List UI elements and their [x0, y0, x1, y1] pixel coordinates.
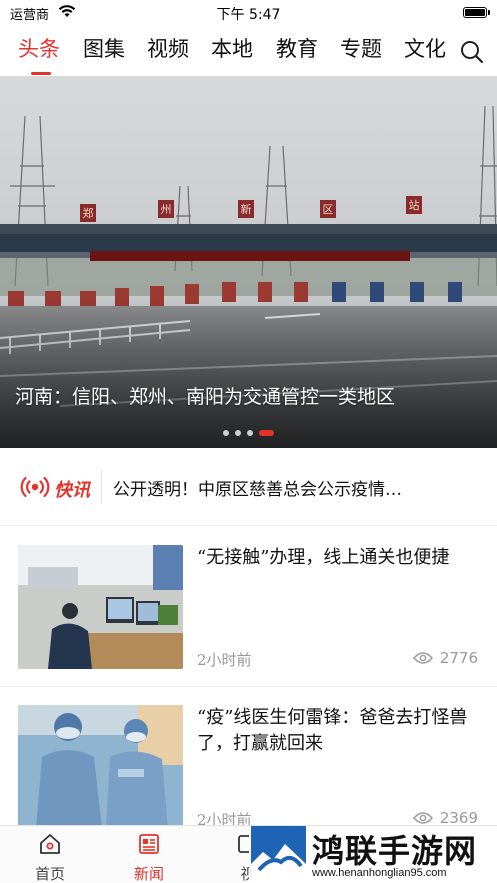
carousel-dot[interactable] — [235, 430, 241, 436]
tab-video[interactable]: 视频 — [147, 36, 189, 62]
battery-icon — [463, 7, 490, 18]
flash-logo-label: 快讯 — [54, 480, 90, 501]
home-icon — [40, 834, 60, 854]
news-time: 2小时前 — [197, 651, 252, 669]
flash-headline[interactable]: 公开透明！中原区慈善总会公示疫情… — [113, 475, 483, 500]
eye-icon — [413, 652, 433, 664]
clock: 下午 5:47 — [216, 7, 281, 23]
news-thumbnail — [18, 705, 183, 829]
active-tab-indicator — [31, 72, 51, 75]
carousel-dot[interactable] — [223, 430, 229, 436]
broadcast-icon — [20, 476, 50, 498]
watermark-logo — [251, 826, 306, 881]
eye-icon — [413, 812, 433, 824]
tab-topics[interactable]: 专题 — [340, 36, 382, 62]
news-views: 2776 — [439, 649, 478, 667]
news-title[interactable]: “无接触”办理，线上通关也便捷 — [197, 545, 482, 571]
divider — [101, 470, 102, 504]
tabbar-news[interactable]: 新闻 — [99, 826, 199, 883]
news-item[interactable]: “疫”线医生何雷锋：爸爸去打怪兽了，打赢就回来 2小时前 2369 — [0, 687, 497, 847]
newspaper-icon — [139, 834, 159, 854]
carousel-dot-active[interactable] — [259, 430, 274, 436]
tabbar-label: 首页 — [34, 865, 65, 883]
hero-caption[interactable]: 河南：信阳、郑州、南阳为交通管控一类地区 — [15, 382, 485, 409]
tab-culture[interactable]: 文化 — [404, 36, 446, 62]
news-item[interactable]: “无接触”办理，线上通关也便捷 2小时前 2776 — [0, 527, 497, 687]
category-tabs: 头条 图集 视频 本地 教育 专题 文化 — [0, 26, 497, 76]
tab-education[interactable]: 教育 — [276, 36, 318, 62]
tabbar-home[interactable]: 首页 — [0, 826, 100, 883]
tab-gallery[interactable]: 图集 — [83, 36, 125, 62]
status-bar: 运营商 下午 5:47 — [0, 0, 497, 26]
tabbar-label: 新闻 — [133, 865, 164, 883]
news-title[interactable]: “疫”线医生何雷锋：爸爸去打怪兽了，打赢就回来 — [197, 705, 482, 757]
search-icon[interactable] — [460, 40, 484, 64]
tab-headlines[interactable]: 头条 — [18, 36, 60, 62]
watermark-url: www.henanhonglian95.com — [312, 867, 447, 879]
watermark: 鸿联手游网 www.henanhonglian95.com — [249, 826, 497, 883]
news-thumbnail — [18, 545, 183, 669]
carousel-dot[interactable] — [247, 430, 253, 436]
tab-local[interactable]: 本地 — [211, 36, 253, 62]
flash-news-bar[interactable]: 快讯 公开透明！中原区慈善总会公示疫情… — [0, 448, 497, 526]
watermark-title: 鸿联手游网 — [312, 832, 478, 870]
